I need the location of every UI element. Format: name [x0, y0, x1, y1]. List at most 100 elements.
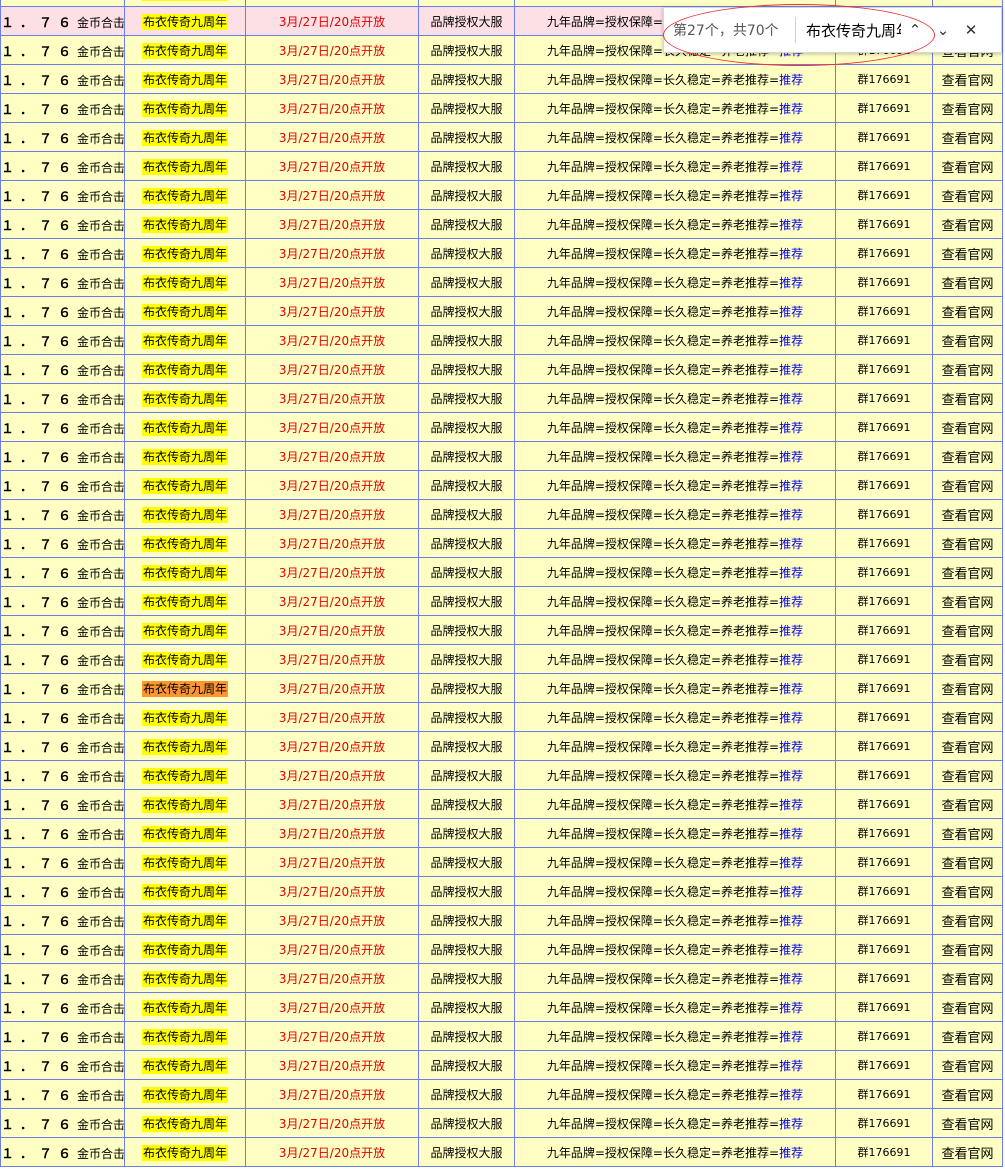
recommend-link[interactable]: 推荐	[779, 943, 803, 957]
search-highlight[interactable]: 布衣传奇九周年	[141, 13, 228, 30]
find-close-button[interactable]: ✕	[957, 21, 985, 39]
server-name-cell[interactable]: 布衣传奇九周年	[124, 209, 246, 239]
server-name-cell[interactable]: 布衣传奇九周年	[124, 702, 246, 732]
recommend-link[interactable]: 推荐	[779, 682, 803, 696]
search-highlight[interactable]: 布衣传奇九周年	[141, 854, 228, 871]
recommend-link[interactable]: 推荐	[779, 1146, 803, 1160]
server-name-cell[interactable]: 布衣传奇九周年	[124, 122, 246, 152]
recommend-link[interactable]: 推荐	[779, 334, 803, 348]
website-link[interactable]: 查看官网	[932, 412, 1003, 442]
website-link[interactable]: 查看官网	[932, 180, 1003, 210]
website-link[interactable]: 查看官网	[932, 963, 1003, 993]
website-link[interactable]: 查看官网	[932, 64, 1003, 94]
server-name-cell[interactable]: 布衣传奇九周年	[124, 818, 246, 848]
search-highlight[interactable]: 布衣传奇九周年	[141, 796, 228, 813]
website-link[interactable]: 查看官网	[932, 586, 1003, 616]
website-link[interactable]: 查看官网	[932, 470, 1003, 500]
recommend-link[interactable]: 推荐	[779, 740, 803, 754]
server-name-cell[interactable]: 布衣传奇九周年	[124, 963, 246, 993]
recommend-link[interactable]: 推荐	[779, 1059, 803, 1073]
recommend-link[interactable]: 推荐	[779, 566, 803, 580]
search-highlight[interactable]: 布衣传奇九周年	[141, 1144, 228, 1161]
website-link[interactable]: 查看官网	[932, 615, 1003, 645]
server-name-cell[interactable]: 布衣传奇九周年	[124, 876, 246, 906]
search-highlight[interactable]: 布衣传奇九周年	[141, 245, 228, 262]
search-highlight[interactable]: 布衣传奇九周年	[141, 970, 228, 987]
website-link[interactable]: 查看官网	[932, 122, 1003, 152]
website-link[interactable]: 查看官网	[932, 876, 1003, 906]
recommend-link[interactable]: 推荐	[779, 160, 803, 174]
server-name-cell[interactable]: 布衣传奇九周年	[124, 1021, 246, 1051]
recommend-link[interactable]: 推荐	[779, 827, 803, 841]
recommend-link[interactable]: 推荐	[779, 363, 803, 377]
recommend-link[interactable]: 推荐	[779, 479, 803, 493]
recommend-link[interactable]: 推荐	[779, 769, 803, 783]
website-link[interactable]: 查看官网	[932, 209, 1003, 239]
find-input[interactable]	[806, 21, 901, 39]
server-name-cell[interactable]: 布衣传奇九周年	[124, 151, 246, 181]
search-highlight[interactable]: 布衣传奇九周年	[141, 506, 228, 523]
website-link[interactable]: 查看官网	[932, 789, 1003, 819]
website-link[interactable]: 查看官网	[932, 267, 1003, 297]
recommend-link[interactable]: 推荐	[779, 1001, 803, 1015]
search-highlight[interactable]: 布衣传奇九周年	[141, 419, 228, 436]
recommend-link[interactable]: 推荐	[779, 450, 803, 464]
server-name-cell[interactable]: 布衣传奇九周年	[124, 1079, 246, 1109]
website-link[interactable]: 查看官网	[932, 151, 1003, 181]
website-link[interactable]: 查看官网	[932, 1021, 1003, 1051]
recommend-link[interactable]: 推荐	[779, 885, 803, 899]
website-link[interactable]: 查看官网	[932, 731, 1003, 761]
find-previous-button[interactable]: ⌃	[901, 21, 929, 39]
server-name-cell[interactable]: 布衣传奇九周年	[124, 847, 246, 877]
server-name-cell[interactable]: 布衣传奇九周年	[124, 789, 246, 819]
server-name-cell[interactable]: 布衣传奇九周年	[124, 731, 246, 761]
recommend-link[interactable]: 推荐	[779, 305, 803, 319]
server-name-cell[interactable]: 布衣传奇九周年	[124, 354, 246, 384]
search-highlight[interactable]: 布衣传奇九周年	[141, 1115, 228, 1132]
search-highlight[interactable]: 布衣传奇九周年	[141, 1086, 228, 1103]
website-link[interactable]: 查看官网	[932, 441, 1003, 471]
recommend-link[interactable]: 推荐	[779, 856, 803, 870]
server-name-cell[interactable]: 布衣传奇九周年	[124, 180, 246, 210]
search-highlight[interactable]: 布衣传奇九周年	[141, 129, 228, 146]
recommend-link[interactable]: 推荐	[779, 73, 803, 87]
website-link[interactable]: 查看官网	[932, 644, 1003, 674]
server-name-cell[interactable]: 布衣传奇九周年	[124, 412, 246, 442]
recommend-link[interactable]: 推荐	[779, 421, 803, 435]
website-link[interactable]: 查看官网	[932, 528, 1003, 558]
server-name-cell[interactable]: 布衣传奇九周年	[124, 64, 246, 94]
recommend-link[interactable]: 推荐	[779, 276, 803, 290]
server-name-cell[interactable]: 布衣传奇九周年	[124, 586, 246, 616]
recommend-link[interactable]: 推荐	[779, 1117, 803, 1131]
website-link[interactable]: 查看官网	[932, 354, 1003, 384]
server-name-cell[interactable]: 布衣传奇九周年	[124, 470, 246, 500]
search-highlight[interactable]: 布衣传奇九周年	[141, 709, 228, 726]
search-highlight[interactable]: 布衣传奇九周年	[141, 738, 228, 755]
search-highlight[interactable]: 布衣传奇九周年	[141, 361, 228, 378]
website-link[interactable]: 查看官网	[932, 499, 1003, 529]
search-highlight[interactable]: 布衣传奇九周年	[141, 390, 228, 407]
website-link[interactable]: 查看官网	[932, 1050, 1003, 1080]
search-highlight[interactable]: 布衣传奇九周年	[141, 303, 228, 320]
search-highlight[interactable]: 布衣传奇九周年	[141, 593, 228, 610]
recommend-link[interactable]: 推荐	[779, 537, 803, 551]
server-name-cell[interactable]: 布衣传奇九周年	[124, 615, 246, 645]
recommend-link[interactable]: 推荐	[779, 653, 803, 667]
search-highlight[interactable]: 布衣传奇九周年	[141, 941, 228, 958]
search-highlight[interactable]: 布衣传奇九周年	[141, 216, 228, 233]
server-name-cell[interactable]: 布衣传奇九周年	[124, 238, 246, 268]
website-link[interactable]: 查看官网	[932, 238, 1003, 268]
recommend-link[interactable]: 推荐	[779, 798, 803, 812]
search-highlight[interactable]: 布衣传奇九周年	[141, 535, 228, 552]
website-link[interactable]: 查看官网	[932, 383, 1003, 413]
search-highlight-active[interactable]: 布衣传奇九周年	[141, 680, 228, 697]
search-highlight[interactable]: 布衣传奇九周年	[141, 883, 228, 900]
server-name-cell[interactable]: 布衣传奇九周年	[124, 6, 246, 36]
recommend-link[interactable]: 推荐	[779, 595, 803, 609]
website-link[interactable]: 查看官网	[932, 992, 1003, 1022]
server-name-cell[interactable]: 布衣传奇九周年	[124, 499, 246, 529]
search-highlight[interactable]: 布衣传奇九周年	[141, 274, 228, 291]
server-name-cell[interactable]: 布衣传奇九周年	[124, 441, 246, 471]
search-highlight[interactable]: 布衣传奇九周年	[141, 100, 228, 117]
server-name-cell[interactable]: 布衣传奇九周年	[124, 557, 246, 587]
